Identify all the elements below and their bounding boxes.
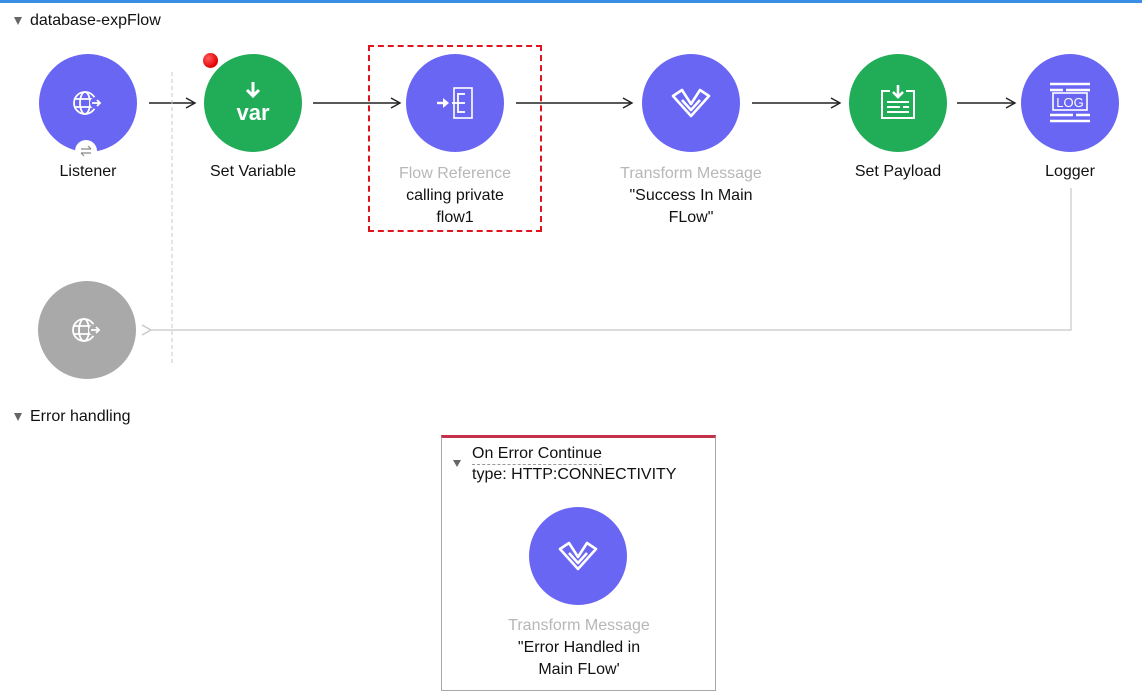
set-variable-node[interactable]: var: [204, 54, 302, 152]
error-handling-header[interactable]: Error handling: [14, 408, 131, 426]
flow-reference-node[interactable]: [406, 54, 504, 152]
svg-text:var: var: [236, 100, 269, 125]
flow-reference-description: calling private flow1: [406, 187, 504, 226]
error-handling-label: Error handling: [30, 408, 131, 425]
flow-reference-icon: [437, 87, 473, 119]
logger-title: Logger: [1045, 163, 1095, 180]
response-node[interactable]: [38, 281, 136, 379]
transform-message-node[interactable]: [642, 54, 740, 152]
var-icon: var: [236, 82, 270, 125]
set-variable-label: Set Variable: [190, 161, 316, 183]
transform-message-title: Transform Message: [620, 165, 762, 182]
on-error-type: type: HTTP:CONNECTIVITY: [472, 466, 677, 483]
transform-message-label: Transform Message "Success In Main FLow": [603, 163, 779, 229]
transform-message-description: "Success In Main FLow": [629, 187, 753, 226]
error-transform-label: Transform Message "Error Handled in Main…: [482, 615, 676, 681]
set-payload-icon: [881, 85, 915, 119]
transform-icon: [558, 541, 598, 571]
listener-node[interactable]: [39, 54, 137, 152]
collapse-triangle-icon[interactable]: [453, 460, 461, 467]
logger-node[interactable]: LOG: [1021, 54, 1119, 152]
on-error-header: On Error Continue type: HTTP:CONNECTIVIT…: [472, 444, 676, 485]
globe-arrow-icon: [72, 318, 101, 342]
collapse-triangle-icon[interactable]: [14, 413, 22, 421]
globe-arrow-icon: [73, 91, 102, 115]
set-payload-label: Set Payload: [838, 161, 958, 183]
on-error-continue-scope[interactable]: On Error Continue type: HTTP:CONNECTIVIT…: [441, 435, 716, 691]
set-payload-title: Set Payload: [854, 163, 942, 180]
swap-arrows-icon: [80, 145, 92, 157]
log-icon: LOG: [1050, 82, 1090, 123]
transform-icon: [671, 88, 711, 118]
error-transform-description: "Error Handled in Main FLow': [517, 639, 641, 678]
connector-source-badge: [75, 140, 97, 162]
svg-text:LOG: LOG: [1056, 95, 1083, 110]
set-payload-node[interactable]: [849, 54, 947, 152]
logger-label: Logger: [1010, 161, 1130, 183]
error-transform-title: Transform Message: [508, 617, 650, 634]
set-variable-title: Set Variable: [210, 163, 296, 180]
flow-reference-title: Flow Reference: [398, 165, 512, 182]
listener-title: Listener: [59, 163, 117, 180]
breakpoint-indicator[interactable]: [203, 53, 218, 68]
flow-reference-label: Flow Reference calling private flow1: [375, 163, 535, 229]
listener-label: Listener: [28, 161, 148, 183]
on-error-title: On Error Continue: [472, 444, 602, 465]
error-transform-message-node[interactable]: [529, 507, 627, 605]
